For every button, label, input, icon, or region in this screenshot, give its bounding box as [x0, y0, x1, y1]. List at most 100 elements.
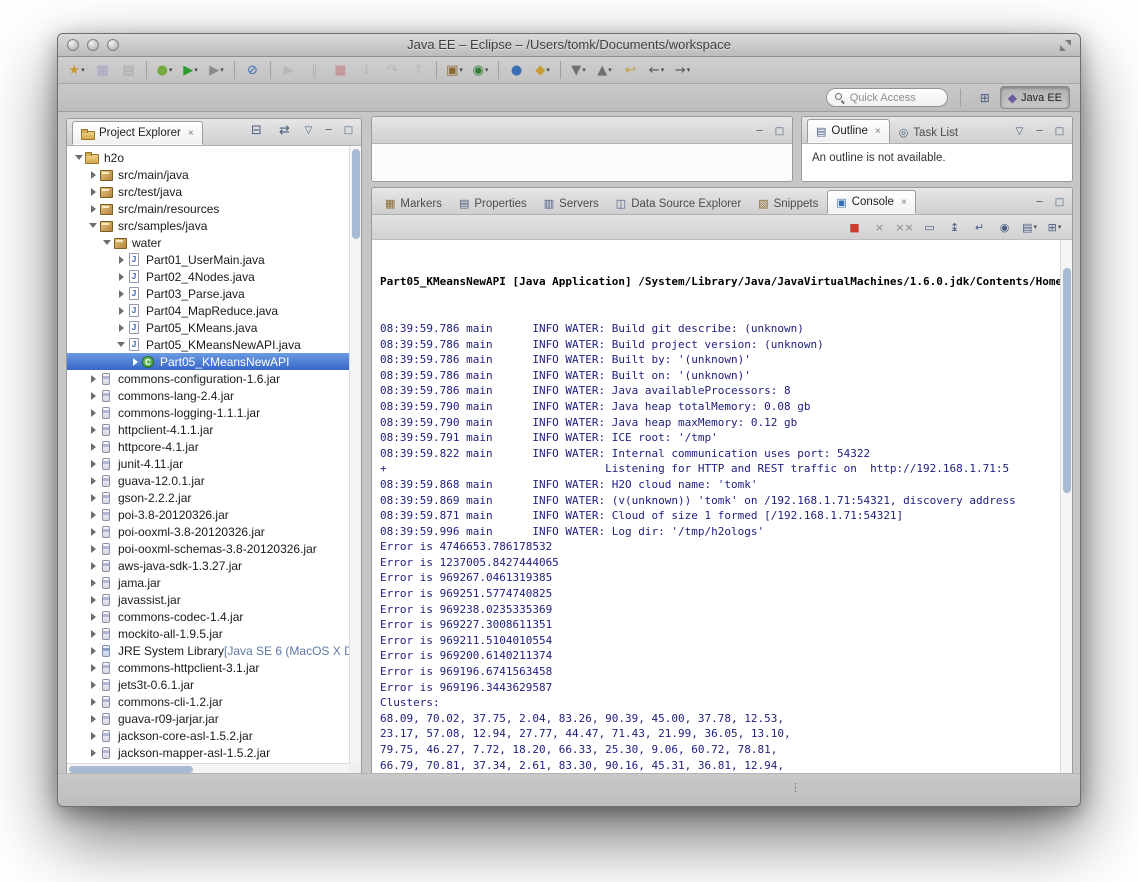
disclosure-icon[interactable] [115, 342, 127, 347]
tab-outline[interactable]: ▤ Outline × [807, 119, 890, 143]
debug-dropdown-icon[interactable]: ▾ [169, 66, 173, 74]
disclosure-icon[interactable] [87, 476, 99, 485]
remove-all-terminated-launches-button[interactable]: ×× [893, 218, 916, 237]
disclosure-icon[interactable] [87, 425, 99, 434]
tree-item[interactable]: poi-ooxml-schemas-3.8-20120326.jar [67, 540, 349, 557]
tree-item[interactable]: Part05_KMeans.java [67, 319, 349, 336]
tree-item[interactable]: junit-4.11.jar [67, 455, 349, 472]
search-dropdown-icon[interactable]: ▾ [546, 66, 550, 74]
minimize-window-button[interactable] [87, 39, 99, 51]
tree-item[interactable]: gson-2.2.2.jar [67, 489, 349, 506]
disclosure-icon[interactable] [87, 697, 99, 706]
tab-project-explorer[interactable]: Project Explorer × [72, 121, 203, 145]
external-tools-dropdown-icon[interactable]: ▾ [220, 66, 224, 74]
close-button[interactable] [67, 39, 79, 51]
disclosure-icon[interactable] [87, 544, 99, 553]
titlebar[interactable]: Java EE – Eclipse – /Users/tomk/Document… [58, 34, 1080, 57]
tree-item[interactable]: src/main/resources [67, 200, 349, 217]
tree-item[interactable]: mockito-all-1.9.5.jar [67, 625, 349, 642]
disclosure-icon[interactable] [87, 374, 99, 383]
open-web-browser-button[interactable]: ● [504, 59, 529, 81]
disclosure-icon[interactable] [87, 170, 99, 179]
disclosure-icon[interactable] [87, 714, 99, 723]
tree-item[interactable]: commons-configuration-1.6.jar [67, 370, 349, 387]
scrollbar-thumb[interactable] [69, 766, 194, 773]
tree-item[interactable]: commons-httpclient-3.1.jar [67, 659, 349, 676]
debug-button[interactable]: ● ▾ [152, 59, 177, 81]
tab-servers[interactable]: ▥ Servers [536, 193, 607, 214]
close-tab-icon[interactable]: × [875, 126, 881, 137]
terminate-launch-button[interactable]: ■ [843, 218, 866, 237]
tree-item[interactable]: jackson-core-asl-1.5.2.jar [67, 727, 349, 744]
disclosure-icon[interactable] [115, 255, 127, 264]
disclosure-icon[interactable] [87, 459, 99, 468]
back-button[interactable]: ← ▾ [644, 59, 669, 81]
link-with-editor-button[interactable]: ⇄ [272, 119, 297, 141]
tree-item[interactable]: src/main/java [67, 166, 349, 183]
disclosure-icon[interactable] [87, 612, 99, 621]
new-java-project-button[interactable]: ▣ ▾ [442, 59, 467, 81]
tree-item[interactable]: guava-12.0.1.jar [67, 472, 349, 489]
open-console-dropdown-icon[interactable]: ▾ [1058, 223, 1062, 231]
disclosure-icon[interactable] [87, 204, 99, 213]
new-java-project-dropdown-icon[interactable]: ▾ [459, 66, 463, 74]
disclosure-icon[interactable] [115, 272, 127, 281]
maximize-icon[interactable]: □ [1051, 123, 1068, 139]
clear-console-button[interactable]: ▭ [918, 218, 941, 237]
scroll-lock-button[interactable]: ↨ [943, 218, 966, 237]
word-wrap-button[interactable]: ↵ [968, 218, 991, 237]
tree-item[interactable]: httpcore-4.1.jar [67, 438, 349, 455]
editor-area-body[interactable] [372, 144, 792, 181]
disclosure-icon[interactable] [115, 323, 127, 332]
disclosure-icon[interactable] [87, 561, 99, 570]
back-dropdown-icon[interactable]: ▾ [661, 66, 665, 74]
fullscreen-icon[interactable] [1060, 40, 1071, 51]
tree-item[interactable]: commons-cli-1.2.jar [67, 693, 349, 710]
display-selected-console-button[interactable]: ▤ ▾ [1018, 218, 1041, 237]
tree-item[interactable]: Part04_MapReduce.java [67, 302, 349, 319]
disclosure-icon[interactable] [115, 306, 127, 315]
minimize-icon[interactable]: ─ [751, 123, 768, 139]
open-console-button[interactable]: ⊞ ▾ [1043, 218, 1066, 237]
search-button[interactable]: ◆ ▾ [530, 59, 555, 81]
tree-item[interactable]: water [67, 234, 349, 251]
tree-item[interactable]: aws-java-sdk-1.3.27.jar [67, 557, 349, 574]
tree-item[interactable]: poi-3.8-20120326.jar [67, 506, 349, 523]
tree-item[interactable]: Part02_4Nodes.java [67, 268, 349, 285]
step-into-button[interactable]: ↓ [354, 59, 379, 81]
disclosure-icon[interactable] [87, 408, 99, 417]
skip-all-breakpoints-button[interactable]: ⊘ [240, 59, 265, 81]
disclosure-icon[interactable] [87, 527, 99, 536]
disclosure-icon[interactable] [101, 240, 113, 245]
disclosure-icon[interactable] [87, 187, 99, 196]
tab-data-source-explorer[interactable]: ◫ Data Source Explorer [608, 193, 749, 214]
display-selected-console-dropdown-icon[interactable]: ▾ [1033, 223, 1037, 231]
minimize-icon[interactable]: ─ [320, 122, 337, 138]
tree-item[interactable]: commons-codec-1.4.jar [67, 608, 349, 625]
disclosure-icon[interactable] [87, 595, 99, 604]
disclosure-icon[interactable] [87, 578, 99, 587]
maximize-icon[interactable]: □ [771, 123, 788, 139]
tree-item[interactable]: guava-r09-jarjar.jar [67, 710, 349, 727]
disclosure-icon[interactable] [87, 442, 99, 451]
tab-properties[interactable]: ▤ Properties [451, 193, 535, 214]
minimize-icon[interactable]: ─ [1031, 123, 1048, 139]
next-annotation-dropdown-icon[interactable]: ▾ [582, 66, 586, 74]
disclosure-icon[interactable] [115, 289, 127, 298]
new-wizard-dropdown-icon[interactable]: ▾ [81, 66, 85, 74]
tab-snippets[interactable]: ▧ Snippets [750, 193, 826, 214]
print-button[interactable]: ▤ [116, 59, 141, 81]
close-tab-icon[interactable]: × [901, 197, 907, 208]
external-tools-button[interactable]: ▶ ▾ [204, 59, 229, 81]
view-menu-icon[interactable]: ▽ [300, 122, 317, 138]
run-button[interactable]: ▶ ▾ [178, 59, 203, 81]
previous-annotation-dropdown-icon[interactable]: ▾ [608, 66, 612, 74]
scrollbar-thumb[interactable] [1063, 268, 1071, 493]
tree-item[interactable]: JRE System Library [Java SE 6 (MacOS X D… [67, 642, 349, 659]
disclosure-icon[interactable] [87, 223, 99, 228]
scrollbar-thumb[interactable] [352, 149, 360, 239]
tree-item[interactable]: poi-ooxml-3.8-20120326.jar [67, 523, 349, 540]
new-java-class-dropdown-icon[interactable]: ▾ [485, 66, 489, 74]
tree-item[interactable]: httpclient-4.1.1.jar [67, 421, 349, 438]
tree-item[interactable]: h2o [67, 149, 349, 166]
